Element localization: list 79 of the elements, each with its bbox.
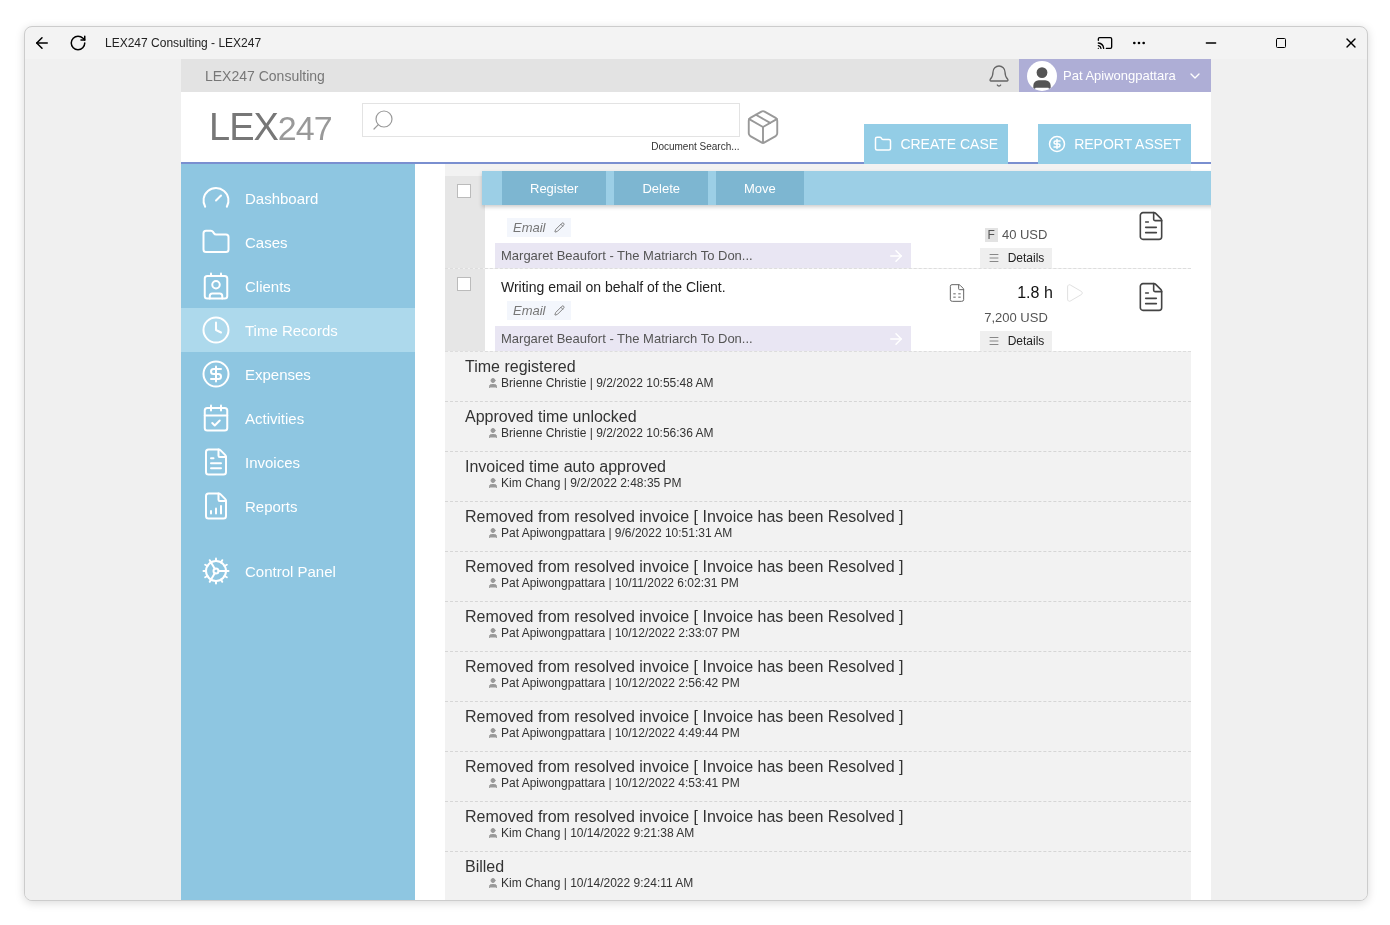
user-menu[interactable]: Pat Apiwongpattara [1019,59,1211,92]
record-description: Writing email on behalf of the Client. [500,278,727,295]
header-button[interactable]: REPORT ASSET [1038,124,1191,164]
sidebar-item[interactable]: Cases [181,220,415,264]
history-event: Approved time unlocked [465,408,638,426]
person-icon [487,677,499,689]
person-icon [487,777,499,789]
history-event: Removed from resolved invoice [ Invoice has been Resolved ] [465,808,905,826]
pencil-icon [553,305,565,316]
history-meta: Pat Apiwongpattara | 10/12/2022 2:56:42 PM [501,676,740,690]
history-event: Removed from resolved invoice [ Invoice has been Resolved ] [465,608,905,626]
sidebar-item[interactable]: Invoices [181,440,415,484]
history-event: Removed from resolved invoice [ Invoice has been Resolved ] [465,558,905,576]
search-caption: Document Search... [651,140,740,152]
history-event: Invoiced time auto approved [465,458,667,476]
person-icon [487,877,499,889]
settings-icon [201,556,231,586]
menu-icon [987,252,1000,264]
clock-icon [201,315,231,345]
history-meta: Pat Apiwongpattara | 9/6/2022 10:51:31 AM [501,526,733,540]
dollar-icon [201,359,231,389]
history-meta: Pat Apiwongpattara | 10/12/2022 2:33:07 PM [501,626,740,640]
history-meta: Brienne Christie | 9/2/2022 10:55:48 AM [501,376,714,390]
person-icon [487,377,499,389]
sidebar-item[interactable]: Clients [181,264,415,308]
logo: LEX247 [209,105,332,149]
sidebar-item[interactable]: Dashboard [181,176,415,220]
amount-value: F 40 USD [984,227,1048,242]
contact-card-icon [201,271,231,301]
person-icon [487,577,499,589]
dollar-icon [1048,135,1067,153]
row-checkbox[interactable] [457,184,471,198]
person-icon [487,477,499,489]
history-meta: Kim Chang | 10/14/2022 9:24:11 AM [501,876,694,890]
details-button[interactable]: Details [979,248,1053,268]
folder-icon [874,135,893,153]
person-icon [487,727,499,739]
header-button[interactable]: CREATE CASE [864,124,1009,164]
history-meta: Pat Apiwongpattara | 10/11/2022 6:02:31 PM [501,576,739,590]
sidebar-item[interactable]: Activities [181,396,415,440]
refresh-icon[interactable] [69,34,87,52]
hours-value: 1.8 h [1017,284,1053,302]
cast-icon[interactable] [1097,35,1113,51]
history-event: Removed from resolved invoice [ Invoice has been Resolved ] [465,758,905,776]
fixed-badge: F [984,227,998,242]
row-checkbox[interactable] [457,277,471,291]
search-field[interactable] [361,102,740,137]
person-icon [487,827,499,839]
company-name: LEX247 Consulting [204,67,326,84]
history-meta: Pat Apiwongpattara | 10/12/2022 4:53:41 PM [501,776,740,790]
matter-link[interactable]: Margaret Beaufort - The Matriarch To Don... [495,326,911,351]
activity-tag[interactable]: Email [507,218,571,237]
history-meta: Pat Apiwongpattara | 10/12/2022 4:49:44 PM [501,726,740,740]
calendar-icon [201,403,231,433]
history-event: Removed from resolved invoice [ Invoice has been Resolved ] [465,658,905,676]
sidebar-item[interactable]: Control Panel [181,549,415,593]
pencil-icon [553,222,565,233]
amount-value: 7,200 USD [984,310,1048,325]
history-meta: Kim Chang | 10/14/2022 9:21:38 AM [501,826,695,840]
person-icon [487,527,499,539]
sidebar-item[interactable]: Time Records [181,308,415,352]
matter-link[interactable]: Margaret Beaufort - The Matriarch To Don... [495,243,911,268]
history-meta: Kim Chang | 9/2/2022 2:48:35 PM [501,476,682,490]
details-button[interactable]: Details [979,331,1053,351]
back-icon[interactable] [33,34,51,52]
history-event: Time registered [465,358,577,376]
activity-tag[interactable]: Email [507,301,571,320]
person-icon [487,427,499,439]
history-meta: Brienne Christie | 9/2/2022 10:56:36 AM [501,426,714,440]
history-event: Removed from resolved invoice [ Invoice has been Resolved ] [465,508,905,526]
history-event: Billed [465,858,506,876]
window-title: LEX247 Consulting - LEX247 [105,36,263,50]
history-event: Removed from resolved invoice [ Invoice has been Resolved ] [465,708,905,726]
bell-icon[interactable] [987,63,1011,88]
person-icon [487,627,499,639]
maximize-icon[interactable] [1275,37,1287,49]
menu-icon [987,335,1000,347]
sidebar-item[interactable]: Reports [181,484,415,528]
sidebar-item[interactable]: Expenses [181,352,415,396]
